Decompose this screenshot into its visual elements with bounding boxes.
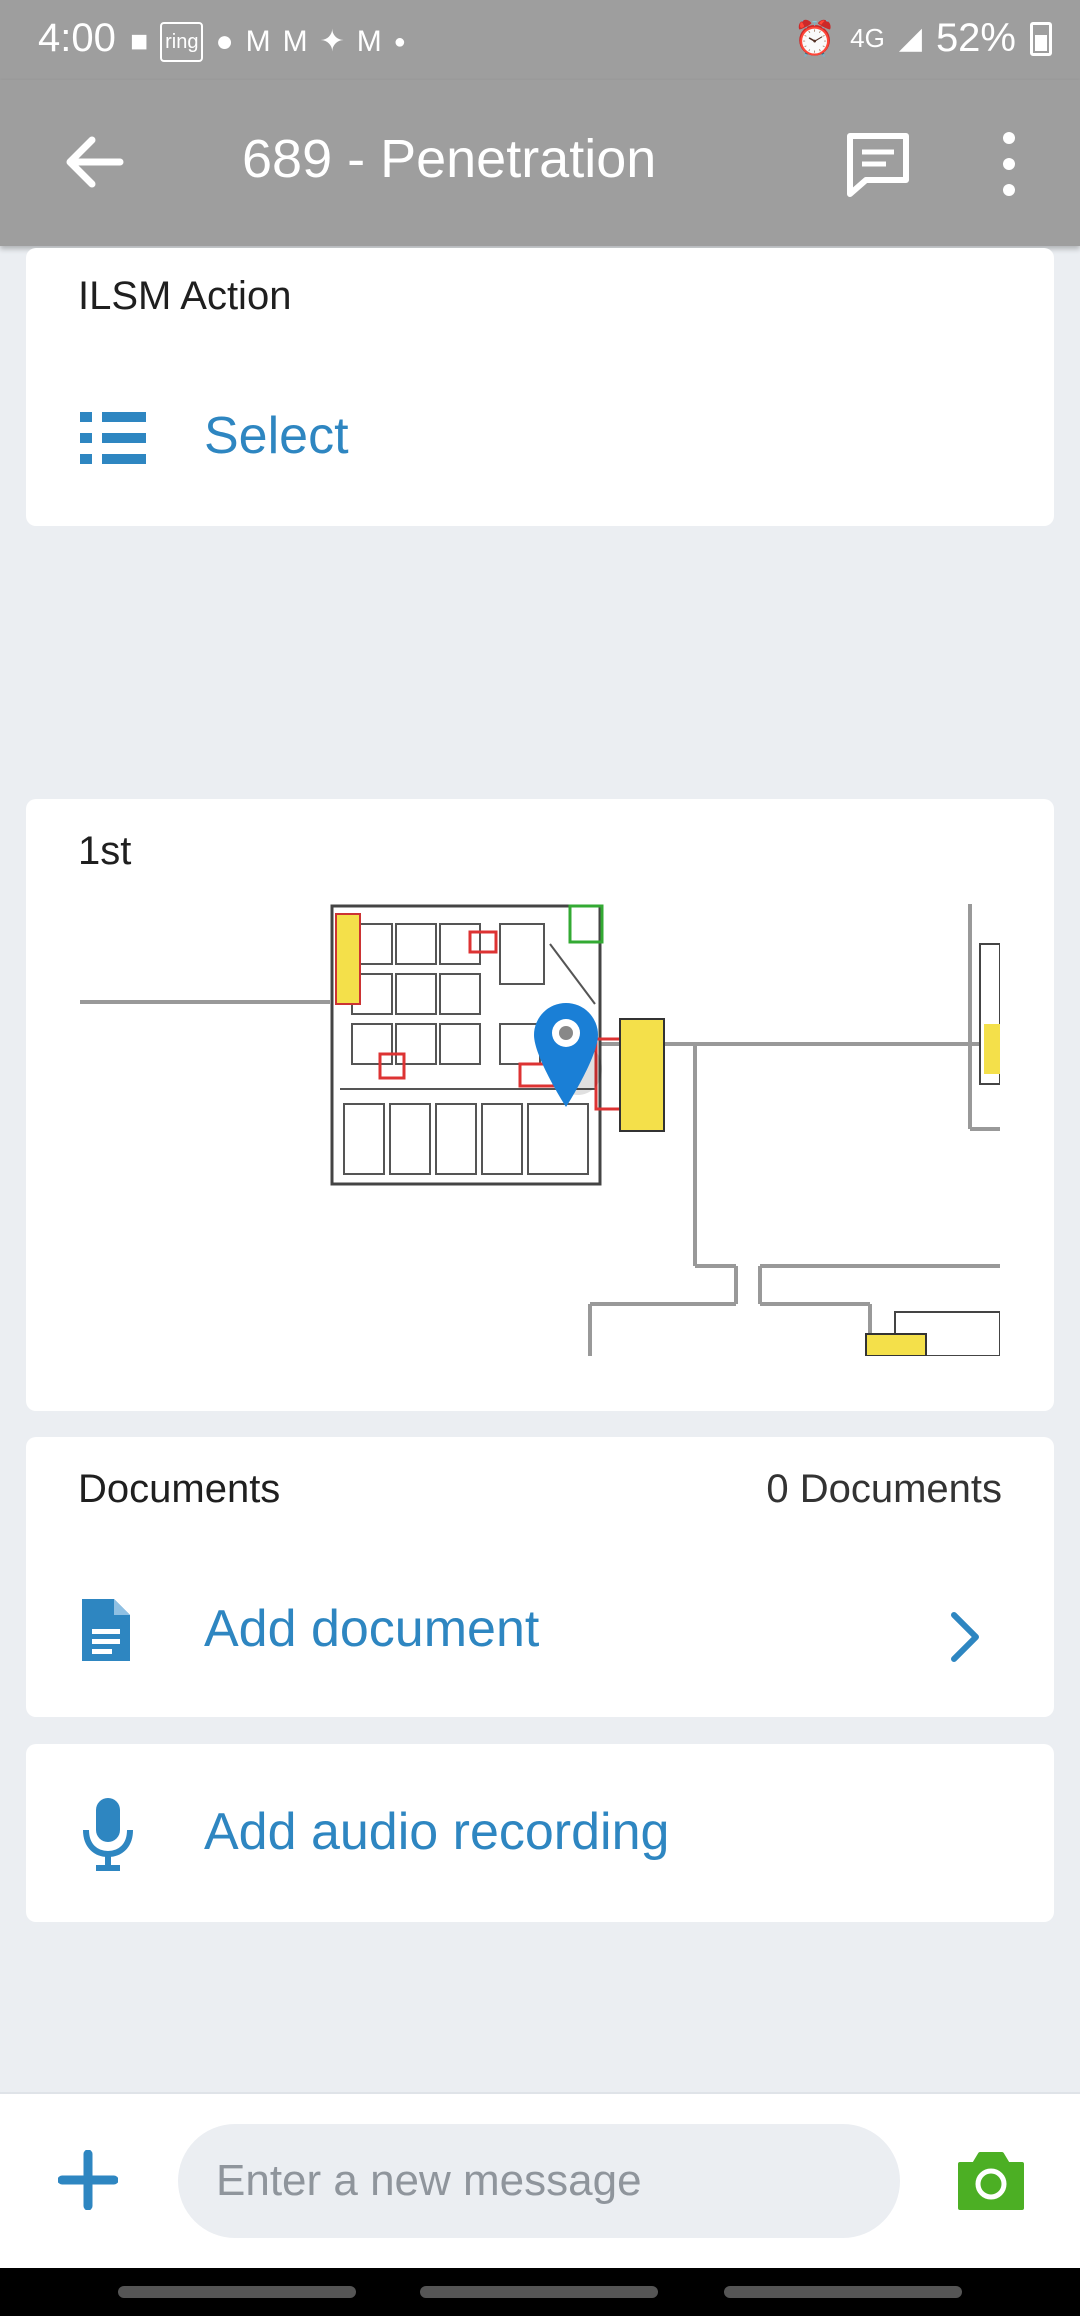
drop-icon: ● [215,25,234,58]
message-icon: ■ [130,25,149,58]
gmail-icon: M [356,25,382,58]
documents-label: Documents [78,1467,281,1511]
floor-plan-map[interactable] [80,904,1000,1356]
ilsm-action-card: ILSM Action Select [26,248,1054,526]
document-icon [82,1599,130,1661]
map-pin-icon[interactable] [530,999,602,1109]
page-title: 689 - Penetration [242,129,657,189]
ring-icon: ring [160,22,204,62]
mic-icon [83,1798,133,1871]
status-bar: 4:00 ■ ring ● M M ✦ M ● ⏰ 4G ◢ 52% [0,0,1080,80]
ilsm-action-label: ILSM Action [78,274,292,318]
camera-icon[interactable] [956,2150,1026,2212]
plus-icon[interactable] [58,2150,118,2210]
signal-icon: ◢ [898,22,922,55]
nav-back-button[interactable] [724,2286,962,2298]
audio-card: Add audio recording [26,1744,1054,1922]
twitter-icon: ✦ [319,25,345,58]
battery-icon [1030,21,1052,56]
battery-percent: 52% [935,16,1016,60]
list-icon [80,412,146,464]
documents-count: 0 Documents [766,1467,1002,1511]
status-time: 4:00 [38,16,116,60]
gmail-icon: M [245,25,271,58]
nav-recents-button[interactable] [118,2286,356,2298]
floor-label: 1st [78,829,132,873]
notification-icons: ■ ring ● M M ✦ M ● [130,22,406,62]
arrow-back-icon[interactable] [54,122,134,202]
documents-card: Documents 0 Documents Add document [26,1437,1054,1717]
chevron-right-icon[interactable] [944,1607,984,1667]
gmail-icon: M [282,25,308,58]
floor-plan-drawing [80,904,1000,1356]
status-right: ⏰ 4G ◢ 52% [794,16,1052,61]
add-document-button[interactable]: Add document [204,1599,539,1659]
nav-home-button[interactable] [420,2286,658,2298]
add-audio-recording-button[interactable]: Add audio recording [204,1802,669,1862]
dot-icon: ● [393,31,406,53]
more-vert-icon[interactable] [984,124,1034,204]
message-input[interactable] [178,2124,900,2238]
app-bar: 689 - Penetration [0,80,1080,246]
alarm-icon: ⏰ [793,19,837,58]
message-bar [0,2092,1080,2268]
floor-plan-card: 1st [26,799,1054,1411]
chat-icon[interactable] [838,124,918,204]
system-nav-bar [0,2268,1080,2316]
network-type: 4G [850,23,885,53]
ilsm-select-button[interactable]: Select [204,406,349,466]
